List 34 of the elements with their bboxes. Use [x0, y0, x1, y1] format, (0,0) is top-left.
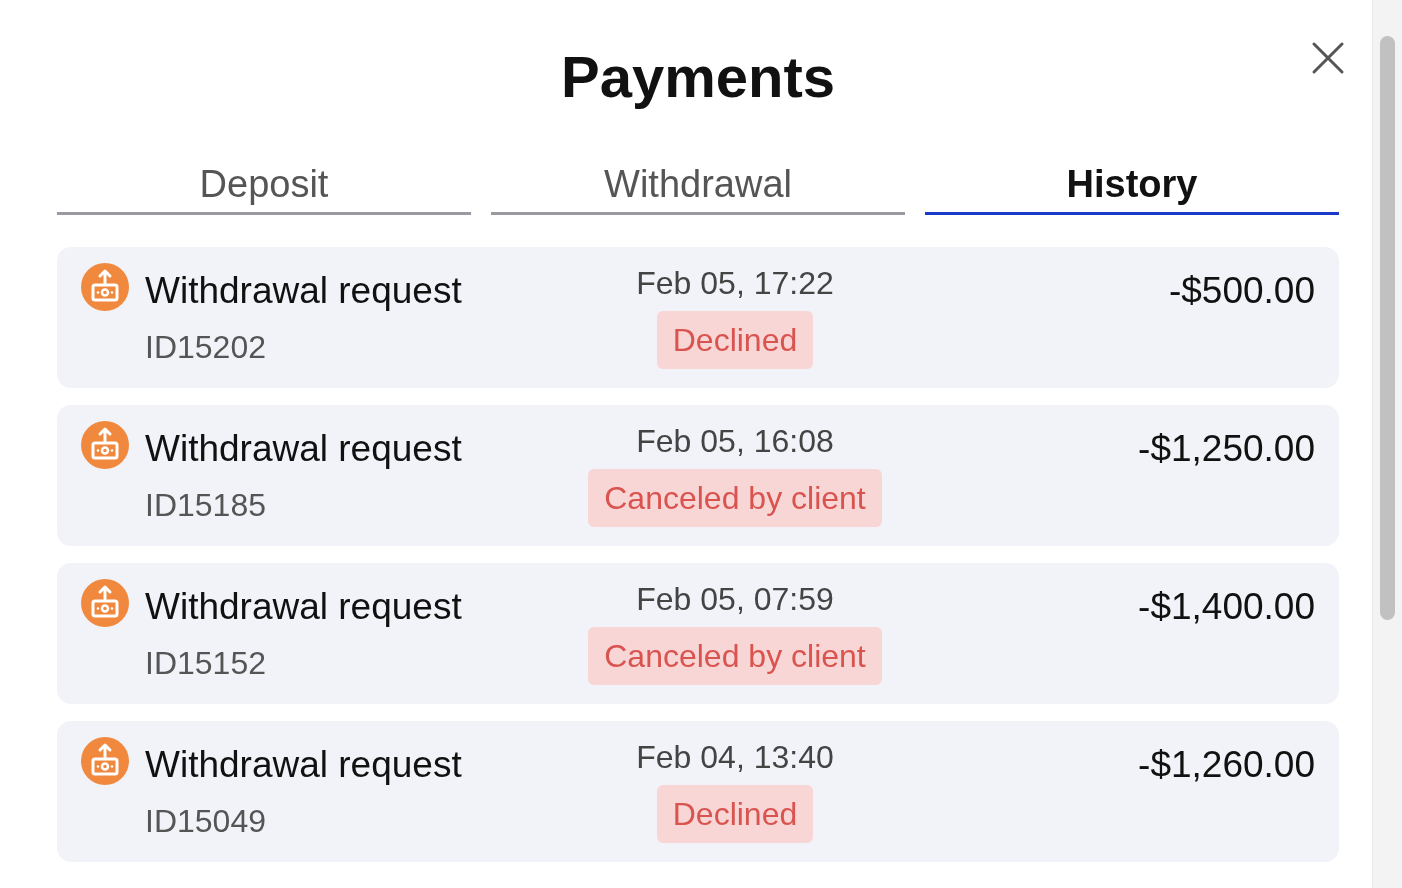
transaction-id: ID15049 — [145, 802, 267, 841]
tab[interactable]: Withdrawal — [491, 150, 905, 215]
status-badge: Declined — [656, 785, 814, 843]
withdrawal-icon — [81, 421, 129, 469]
dialog-title: Payments — [561, 43, 835, 111]
withdrawal-icon — [81, 263, 129, 311]
transaction-date: Feb 05, 16:08 — [636, 422, 834, 461]
status-badge: Canceled by client — [588, 469, 882, 527]
status-badge: Declined — [656, 311, 814, 369]
transaction-amount: -$1,250.00 — [1137, 427, 1315, 471]
transaction-card[interactable]: Withdrawal request ID15202 Feb 05, 17:22 Declined -$500.00 — [57, 247, 1339, 388]
transaction-date: Feb 04, 13:40 — [636, 738, 834, 777]
status-badge: Canceled by client — [588, 627, 882, 685]
transaction-title: Withdrawal request — [145, 427, 463, 471]
transaction-title: Withdrawal request — [145, 743, 463, 787]
withdrawal-icon — [81, 737, 129, 785]
tab[interactable]: Deposit — [57, 150, 471, 215]
scrollbar[interactable] — [1372, 0, 1402, 888]
transaction-card[interactable]: Withdrawal request ID15152 Feb 05, 07:59 Canceled by client -$1,400.00 — [57, 563, 1339, 704]
withdrawal-icon — [81, 579, 129, 627]
transaction-card[interactable]: Withdrawal request ID15185 Feb 05, 16:08 Canceled by client -$1,250.00 — [57, 405, 1339, 546]
tab[interactable]: History — [925, 150, 1339, 215]
transaction-amount: -$1,260.00 — [1137, 743, 1315, 787]
transaction-date: Feb 05, 17:22 — [636, 264, 834, 303]
transaction-amount: -$1,400.00 — [1137, 585, 1315, 629]
transaction-date: Feb 05, 07:59 — [636, 580, 834, 619]
transaction-title: Withdrawal request — [145, 585, 463, 629]
transaction-amount: -$500.00 — [1167, 269, 1315, 313]
transaction-id: ID15185 — [145, 486, 267, 525]
transaction-card[interactable]: Withdrawal request ID15049 Feb 04, 13:40 Declined -$1,260.00 — [57, 721, 1339, 862]
transaction-title: Withdrawal request — [145, 269, 463, 313]
transaction-id: ID15202 — [145, 328, 267, 367]
transaction-id: ID15152 — [145, 644, 267, 683]
close-icon[interactable] — [1310, 40, 1346, 76]
